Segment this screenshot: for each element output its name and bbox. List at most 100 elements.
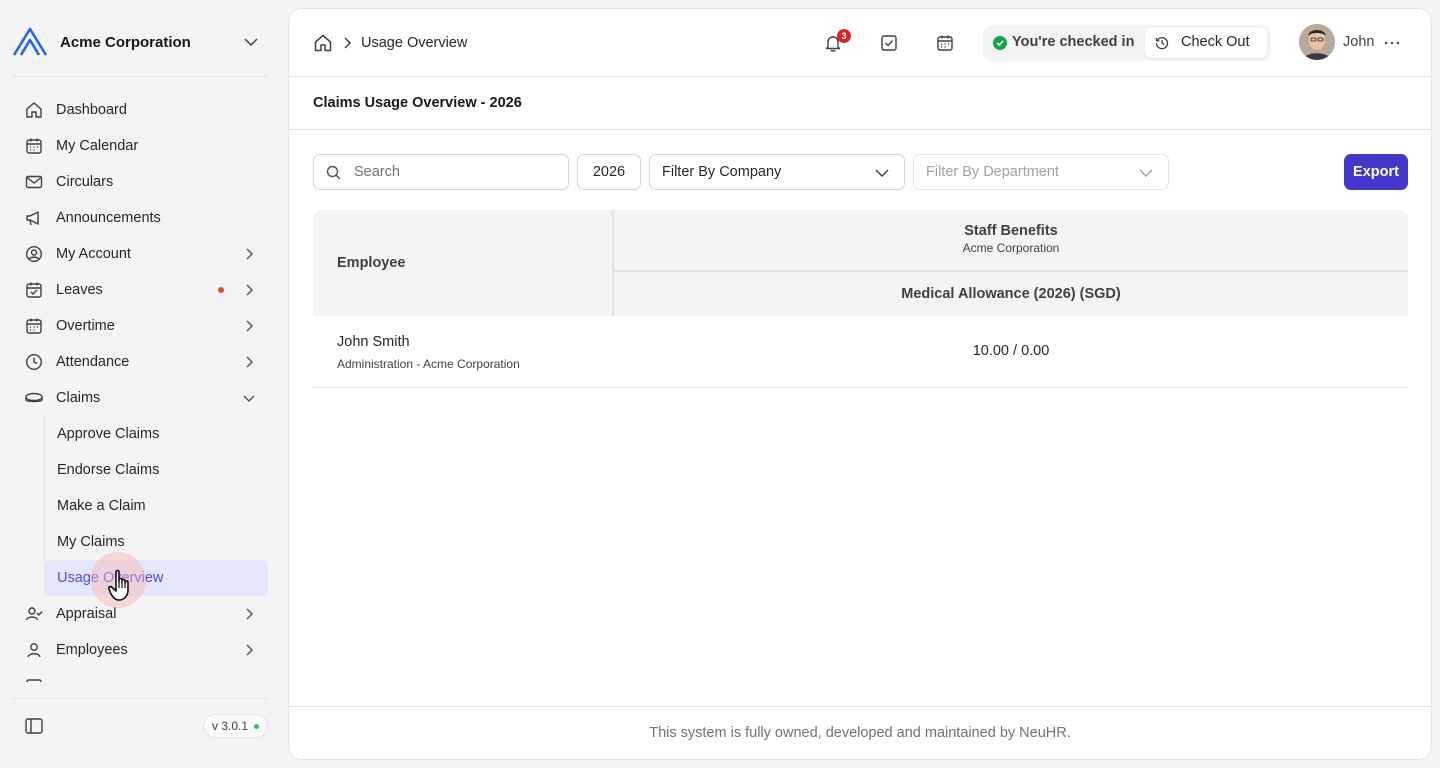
check-circle-icon [993,36,1007,50]
usage-value: 10.00 / 0.00 [972,343,1050,359]
sidebar-item-label: Leaves [56,282,103,298]
sidebar-item-employees[interactable]: Employees [12,632,268,668]
search-input[interactable] [354,162,554,182]
search-icon [326,165,341,180]
avatar-photo-icon [1299,24,1335,60]
chevron-right-icon [246,608,253,620]
sidebar-item-leaves[interactable]: Leaves [12,272,268,308]
year-input[interactable]: 2026 [577,154,641,190]
checkin-status: You're checked in [1012,34,1135,50]
calendar-icon [24,316,44,336]
coins-icon [24,388,44,408]
footer: This system is fully owned, developed an… [289,706,1431,759]
user-circle-icon [24,244,44,264]
calendar-icon [24,136,44,156]
more-horizontal-icon[interactable] [1384,41,1400,45]
clock-icon [24,352,44,372]
sidebar-item-usage-overview[interactable]: Usage Overview [45,560,268,596]
usage-table: Employee Staff Benefits Acme Corporation… [313,210,1408,388]
sidebar-item-label: Employees [56,642,128,658]
calendar-icon[interactable] [935,33,955,53]
checkbox-icon[interactable] [879,33,899,53]
chevron-down-icon [1139,169,1153,178]
megaphone-icon [24,208,44,228]
export-button[interactable]: Export [1344,154,1408,190]
company-filter-label: Filter By Company [662,164,782,180]
version-badge: v 3.0.1 [203,714,269,738]
sidebar-item-attendance[interactable]: Attendance [12,344,268,380]
chevron-right-icon [246,284,253,296]
check-out-label: Check Out [1181,34,1250,50]
chevron-down-icon [875,169,889,178]
calendar-check-icon [24,280,44,300]
sidebar-item-label: Dashboard [56,102,127,118]
search-field[interactable] [313,154,569,190]
user-icon [24,640,44,660]
status-dot [254,723,260,729]
sidebar: Acme Corporation Dashboard My Calendar C… [0,0,280,768]
chevron-right-icon [246,320,253,332]
sidebar-item-circulars[interactable]: Circulars [12,164,268,200]
table-header: Employee Staff Benefits Acme Corporation… [313,210,1408,316]
divider [12,76,268,77]
acme-logo-icon [12,27,48,56]
divider [289,129,1431,130]
sidebar-item-claims[interactable]: Claims [12,380,268,416]
main-panel: Usage Overview 3 You're checked in Check… [288,8,1432,760]
chevron-down-icon[interactable] [242,33,260,51]
sidebar-item-make-a-claim[interactable]: Make a Claim [45,488,268,524]
benefit-group-title: Staff Benefits [964,223,1058,239]
department-filter-select[interactable]: Filter By Department [913,154,1169,190]
checkin-widget: You're checked in Check Out [983,25,1271,61]
company-filter-select[interactable]: Filter By Company [649,154,905,190]
check-out-button[interactable]: Check Out [1145,28,1267,58]
sidebar-item-my-claims[interactable]: My Claims [45,524,268,560]
avatar[interactable] [1299,24,1335,60]
chevron-right-icon [246,248,253,260]
benefit-group-header: Staff Benefits Acme Corporation [614,210,1408,270]
version-text: v 3.0.1 [212,719,249,733]
sidebar-item-label: Circulars [56,174,114,190]
sidebar-item-my-account[interactable]: My Account [12,236,268,272]
sidebar-toggle-icon[interactable] [24,716,44,736]
user-name: John [1343,34,1375,50]
sidebar-item-approve-claims[interactable]: Approve Claims [45,416,268,452]
chevron-right-icon [246,356,253,368]
chevron-right-icon [246,644,253,656]
home-icon[interactable] [313,33,333,53]
home-icon [24,100,44,120]
department-filter-label: Filter By Department [926,164,1059,180]
chevron-right-icon [344,37,352,49]
sidebar-item-dashboard[interactable]: Dashboard [12,92,268,128]
sidebar-item-partial[interactable] [12,668,268,682]
sidebar-item-label: My Calendar [56,138,139,154]
divider [12,698,268,699]
employee-name: John Smith [337,334,410,350]
clock-rotate-icon [1155,37,1169,50]
sidebar-item-my-calendar[interactable]: My Calendar [12,128,268,164]
employee-column-header: Employee [337,255,406,271]
employee-department: Administration - Acme Corporation [337,357,520,371]
sidebar-item-endorse-claims[interactable]: Endorse Claims [45,452,268,488]
top-bar: Usage Overview 3 You're checked in Check… [289,9,1431,77]
sidebar-item-overtime[interactable]: Overtime [12,308,268,344]
sidebar-item-announcements[interactable]: Announcements [12,200,268,236]
cursor [90,552,148,610]
notification-dot [218,287,224,293]
sidebar-item-label: Overtime [56,318,115,334]
table-row[interactable]: John Smith Administration - Acme Corpora… [313,316,1408,388]
sidebar-item-label: Claims [56,390,101,406]
user-check-icon [24,604,44,624]
benefit-group-company: Acme Corporation [962,241,1060,255]
mail-icon [24,172,44,192]
medical-allowance-column-header: Medical Allowance (2026) (SGD) [901,286,1121,302]
org-switcher[interactable]: Acme Corporation [12,22,268,62]
claims-submenu: Approve Claims Endorse Claims Make a Cla… [44,416,268,596]
breadcrumb-current: Usage Overview [361,35,468,51]
chevron-down-icon [243,395,255,402]
sidebar-item-label: My Account [56,246,131,262]
notification-badge: 3 [837,29,851,43]
hand-pointer-icon [108,569,129,601]
sidebar-item-label: Announcements [56,210,161,226]
sidebar-item-label: Attendance [56,354,130,370]
